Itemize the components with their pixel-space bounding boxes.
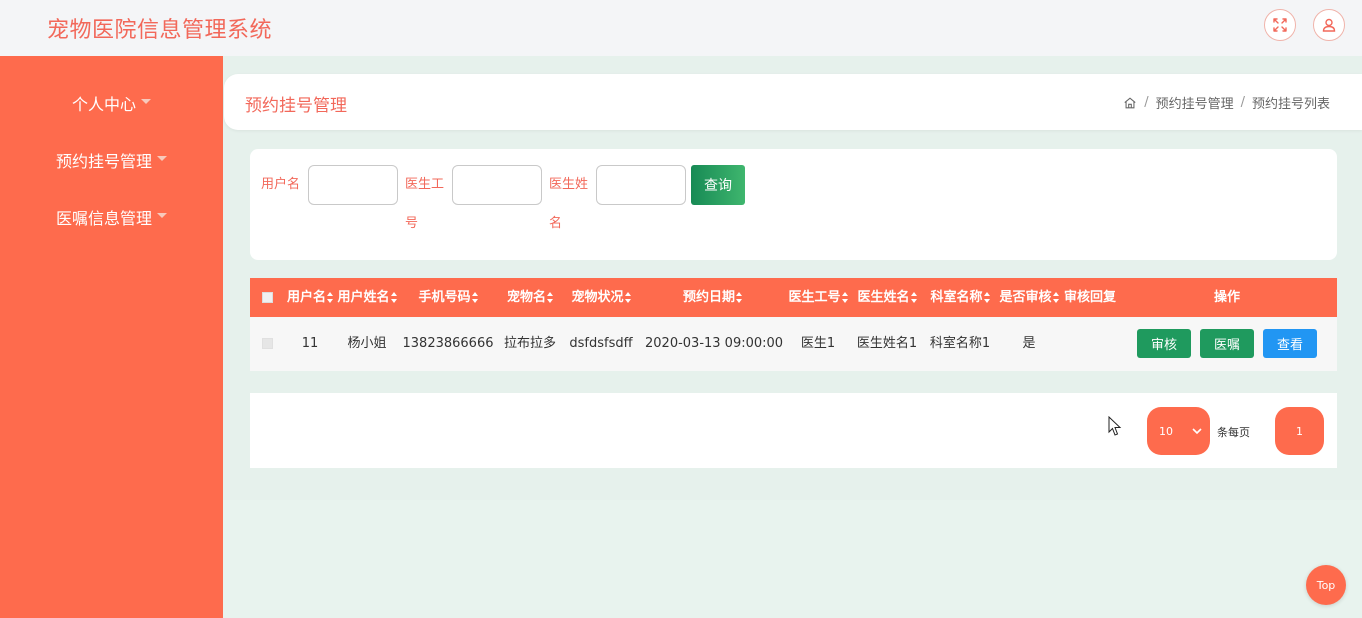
row-checkbox[interactable]	[262, 338, 273, 349]
sort-icon	[910, 292, 917, 303]
expand-arrows-icon	[1273, 18, 1287, 32]
cell-pet-condition: dsfdsfsdff	[569, 336, 633, 351]
medical-advice-button[interactable]: 医嘱	[1200, 329, 1254, 358]
pagination: 10 条每页 1	[250, 393, 1337, 468]
breadcrumb-separator: /	[1144, 95, 1149, 110]
top-header: 宠物医院信息管理系统	[0, 0, 1362, 56]
column-header-username[interactable]: 用户名	[285, 278, 335, 317]
column-header-pet-condition[interactable]: 宠物状况	[566, 278, 636, 317]
sidebar-item-personal-center[interactable]: 个人中心	[0, 83, 223, 123]
username-input[interactable]	[308, 165, 398, 205]
sort-icon	[624, 292, 631, 303]
sort-icon	[841, 292, 848, 303]
fullscreen-button[interactable]	[1264, 9, 1296, 41]
column-header-pet-name[interactable]: 宠物名	[500, 278, 560, 317]
column-header-doctor-id[interactable]: 医生工号	[787, 278, 849, 317]
back-to-top-button[interactable]: Top	[1306, 565, 1346, 605]
sidebar-item-label: 医嘱信息管理	[55, 209, 152, 228]
search-panel: 用户名 医生工号 医生姓名 查询	[250, 149, 1337, 260]
appointment-table: 用户名 用户姓名 手机号码 宠物名 宠物状况 预约日期 医生工号 医生姓名 科室…	[250, 278, 1337, 371]
cell-doctor-id: 医生1	[800, 336, 836, 351]
home-icon[interactable]	[1123, 96, 1137, 110]
chevron-down-icon	[1192, 428, 1202, 435]
cell-review-reply	[1063, 317, 1117, 371]
view-button[interactable]: 查看	[1263, 329, 1317, 358]
column-header-doctor-name[interactable]: 医生姓名	[856, 278, 918, 317]
user-menu-button[interactable]	[1313, 9, 1345, 41]
breadcrumb: / 预约挂号管理 / 预约挂号列表	[1123, 93, 1330, 112]
sort-icon	[736, 292, 742, 303]
doctor-id-label: 医生工号	[405, 177, 445, 231]
sort-icon	[1052, 292, 1059, 303]
cell-user-fullname: 杨小姐	[347, 336, 387, 351]
sidebar-item-medical-advice-management[interactable]: 医嘱信息管理	[0, 197, 223, 237]
cell-appointment-date: 2020-03-13 09:00:00	[645, 336, 784, 351]
cell-department-name: 科室名称1	[929, 336, 991, 351]
sort-icon	[390, 292, 397, 303]
column-header-user-fullname[interactable]: 用户姓名	[336, 278, 398, 317]
sort-icon	[547, 292, 553, 303]
per-page-label: 条每页	[1217, 426, 1250, 439]
doctor-name-input[interactable]	[596, 165, 686, 205]
breadcrumb-item-appointment-management[interactable]: 预约挂号管理	[1156, 93, 1234, 112]
mouse-pointer-icon	[1108, 416, 1122, 436]
username-label: 用户名	[261, 177, 301, 192]
query-button[interactable]: 查询	[691, 165, 745, 205]
sidebar-item-label: 预约挂号管理	[55, 152, 152, 171]
user-avatar-icon	[1322, 18, 1336, 32]
cell-username: 11	[301, 336, 319, 351]
sidebar-item-appointment-management[interactable]: 预约挂号管理	[0, 140, 223, 180]
app-title: 宠物医院信息管理系统	[47, 18, 273, 43]
select-all-checkbox[interactable]	[262, 292, 273, 303]
breadcrumb-item-appointment-list: 预约挂号列表	[1251, 97, 1330, 112]
table-row: 11 杨小姐 13823866666 拉布拉多 dsfdsfsdff 2020-…	[250, 317, 1337, 371]
breadcrumb-separator: /	[1240, 95, 1245, 110]
page-size-value: 10	[1159, 424, 1173, 438]
column-header-actions: 操作	[1213, 290, 1240, 305]
page-number-button[interactable]: 1	[1275, 407, 1324, 455]
main-content-footer-area	[223, 500, 1362, 618]
column-header-phone[interactable]: 手机号码	[400, 278, 496, 317]
chevron-down-icon	[157, 155, 167, 161]
cell-reviewed: 是	[1022, 336, 1036, 351]
column-header-review-reply: 审核回复	[1063, 290, 1116, 305]
page-size-select[interactable]: 10	[1147, 407, 1210, 455]
doctor-id-input[interactable]	[452, 165, 542, 205]
sort-icon	[983, 292, 990, 303]
table-header: 用户名 用户姓名 手机号码 宠物名 宠物状况 预约日期 医生工号 医生姓名 科室…	[250, 278, 1337, 317]
chevron-down-icon	[141, 98, 151, 104]
review-button[interactable]: 审核	[1137, 329, 1191, 358]
cell-phone: 13823866666	[402, 336, 494, 351]
page-title: 预约挂号管理	[245, 96, 347, 116]
cell-doctor-name: 医生姓名1	[856, 336, 918, 351]
page-header: 预约挂号管理 / 预约挂号管理 / 预约挂号列表	[224, 74, 1362, 130]
chevron-down-icon	[157, 212, 167, 218]
sidebar-item-label: 个人中心	[71, 95, 136, 114]
column-header-reviewed[interactable]: 是否审核	[998, 278, 1060, 317]
column-header-appointment-date[interactable]: 预约日期	[645, 278, 780, 317]
column-header-department-name[interactable]: 科室名称	[929, 278, 991, 317]
sort-icon	[471, 292, 478, 303]
cell-pet-name: 拉布拉多	[503, 336, 556, 351]
doctor-name-label: 医生姓名	[549, 177, 589, 231]
sidebar: 个人中心 预约挂号管理 医嘱信息管理	[0, 56, 223, 618]
sort-icon	[327, 292, 333, 303]
